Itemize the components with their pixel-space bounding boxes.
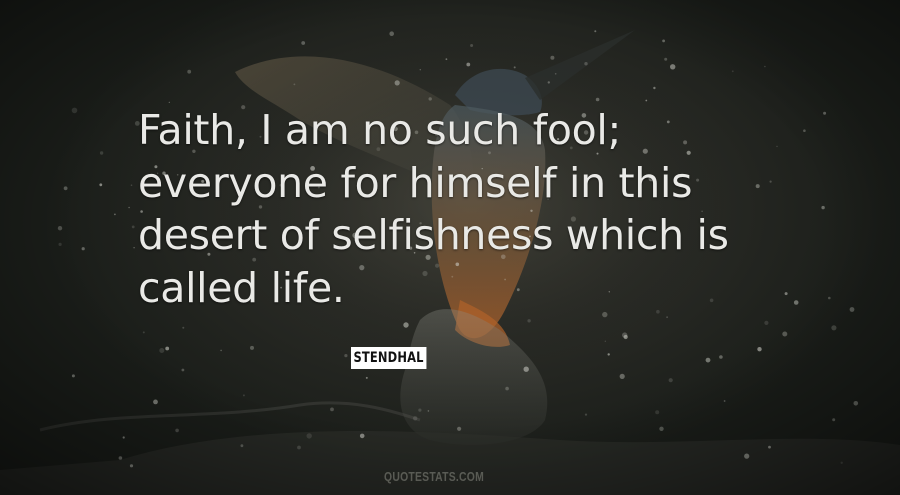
quote-line-1: Faith, I am no such fool; (138, 106, 621, 154)
quote-line-2: everyone for himself in this (138, 158, 693, 207)
quote-card: Faith, I am no such fool; everyone for h… (0, 0, 900, 495)
author-badge: STENDHAL (351, 347, 427, 369)
quote-line-4: called life. (138, 263, 345, 312)
site-watermark: QUOTESTATS.COM (384, 469, 485, 484)
quote-line-3: desert of selfishness which is (138, 211, 729, 259)
quote-text: Faith, I am no such fool; everyone for h… (138, 104, 838, 314)
